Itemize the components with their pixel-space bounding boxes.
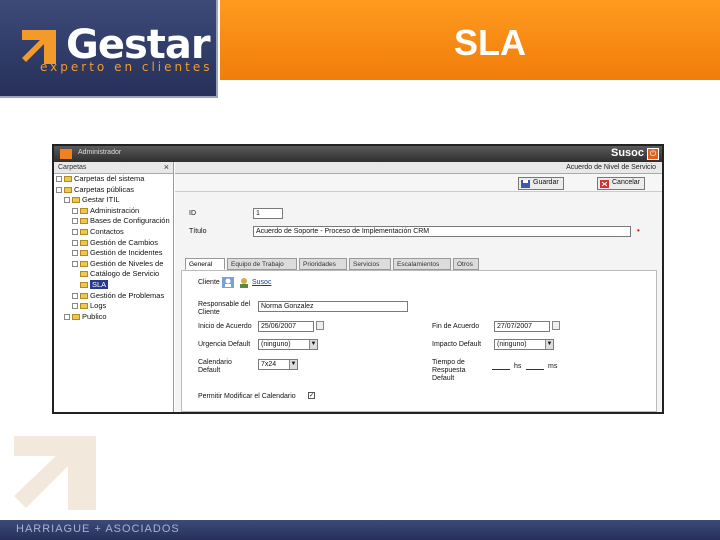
title-field[interactable]: Acuerdo de Soporte - Proceso de Implemen… xyxy=(253,226,631,237)
folder-icon xyxy=(80,218,88,225)
tree-item[interactable]: Carpetas públicas xyxy=(54,185,173,196)
cancel-icon xyxy=(600,180,609,188)
tab-servicios[interactable]: Servicios xyxy=(349,258,391,270)
app-logo-icon xyxy=(60,149,72,159)
folder-tree: Carpetas del sistema Carpetas públicas G… xyxy=(54,174,173,322)
logo-tagline: experto en clientes xyxy=(40,60,213,74)
id-label: ID xyxy=(189,210,196,217)
app-top-bar: Administrador Susoc ⏻ xyxy=(54,146,662,162)
impact-label: Impacto Default xyxy=(432,341,482,348)
start-date-field[interactable]: 25/06/2007 xyxy=(258,321,314,332)
chevron-down-icon: ▼ xyxy=(309,340,317,349)
logo-box: Gestar experto en clientes xyxy=(0,0,218,98)
minutes-unit: ms xyxy=(548,363,558,370)
tree-item[interactable]: Bases de Configuración xyxy=(54,216,173,227)
folder-icon xyxy=(64,186,72,193)
tree-item[interactable]: Gestión de Cambios xyxy=(54,238,173,249)
chevron-down-icon: ▼ xyxy=(289,360,297,369)
client-picker-icon[interactable] xyxy=(222,277,234,288)
folder-panel: Carpetas × Carpetas del sistema Carpetas… xyxy=(54,162,174,412)
calendar-icon[interactable] xyxy=(316,321,324,330)
folder-icon xyxy=(80,292,88,299)
contact-label: Responsable del Cliente xyxy=(198,301,251,316)
tree-item[interactable]: Gestar ITIL xyxy=(54,195,173,206)
folder-icon xyxy=(72,197,80,204)
folder-icon xyxy=(80,250,88,257)
tree-item-selected[interactable]: SLA xyxy=(54,279,173,291)
folder-icon xyxy=(80,207,88,214)
tab-prioridades[interactable]: Prioridades xyxy=(299,258,347,270)
watermark-arrow-icon xyxy=(14,436,96,510)
app-window: Administrador Susoc ⏻ Carpetas × Carpeta… xyxy=(52,144,664,414)
end-date-field[interactable]: 27/07/2007 xyxy=(494,321,550,332)
id-field[interactable]: 1 xyxy=(253,208,283,219)
tree-item[interactable]: Contactos xyxy=(54,227,173,238)
folder-icon xyxy=(80,271,88,278)
chevron-down-icon: ▼ xyxy=(545,340,553,349)
folder-icon xyxy=(80,228,88,235)
close-icon[interactable]: ⏻ xyxy=(647,148,659,160)
logo-arrow-icon xyxy=(22,30,56,64)
folder-panel-header: Carpetas × xyxy=(54,162,173,174)
client-link[interactable]: Susoc xyxy=(252,279,271,287)
tree-item[interactable]: Administración xyxy=(54,206,173,217)
response-time-label: Tiempo de Respuesta Default xyxy=(432,359,466,382)
cancel-button[interactable]: Cancelar xyxy=(597,177,646,190)
calendar-select[interactable]: 7x24 ▼ xyxy=(258,359,298,370)
tree-item[interactable]: Carpetas del sistema xyxy=(54,174,173,185)
folder-icon xyxy=(72,313,80,320)
document-toolbar: Guardar Cancelar xyxy=(175,174,662,192)
folder-icon xyxy=(64,176,72,183)
brand-label: Susoc xyxy=(610,147,644,159)
title-label: Título xyxy=(189,228,207,235)
client-label: Cliente xyxy=(198,279,220,286)
folder-icon xyxy=(80,303,88,310)
contact-field[interactable]: Norma Gonzalez xyxy=(258,301,408,312)
folder-icon xyxy=(80,239,88,246)
tab-general[interactable]: General xyxy=(185,258,225,270)
urgency-select[interactable]: (ninguno) ▼ xyxy=(258,339,318,350)
contact-icon[interactable] xyxy=(238,277,250,288)
tab-escalamientos[interactable]: Escalamientos xyxy=(393,258,451,270)
footer-bar: HARRIAGUE + ASOCIADOS xyxy=(0,520,720,540)
document-header: Acuerdo de Nivel de Servicio xyxy=(175,162,662,174)
end-date-label: Fin de Acuerdo xyxy=(432,323,480,330)
save-button[interactable]: Guardar xyxy=(518,177,564,190)
tree-item[interactable]: Gestión de Incidentes xyxy=(54,248,173,259)
calendar-icon[interactable] xyxy=(552,321,560,330)
tab-otros[interactable]: Otros xyxy=(453,258,479,270)
folder-icon xyxy=(80,281,88,288)
tree-item[interactable]: Catálogo de Servicio xyxy=(54,269,173,280)
minutes-field[interactable] xyxy=(526,369,544,370)
start-date-label: Inicio de Acuerdo xyxy=(198,323,252,330)
hours-unit: hs xyxy=(514,363,522,370)
tree-item[interactable]: Publico xyxy=(54,312,173,323)
save-icon xyxy=(521,180,530,188)
close-panel-icon[interactable]: × xyxy=(164,162,169,172)
tab-equipo[interactable]: Equipo de Trabajo xyxy=(227,258,297,270)
tree-item[interactable]: Logs xyxy=(54,301,173,312)
user-name: Administrador xyxy=(78,149,122,156)
tree-item[interactable]: Gestión de Problemas xyxy=(54,291,173,302)
required-marker: • xyxy=(637,226,640,235)
title-bar: SLA xyxy=(220,0,720,80)
urgency-label: Urgencia Default xyxy=(198,341,251,348)
allow-calendar-checkbox[interactable]: ✓ xyxy=(308,392,315,399)
impact-select[interactable]: (ninguno) ▼ xyxy=(494,339,554,350)
hours-field[interactable] xyxy=(492,369,510,370)
calendar-label: Calendario Default xyxy=(198,359,232,374)
general-tab-body: Cliente Susoc Responsable del Cliente No… xyxy=(181,270,657,412)
allow-calendar-label: Permitir Modificar el Calendario xyxy=(198,393,296,400)
folder-icon xyxy=(80,260,88,267)
slide-title: SLA xyxy=(454,22,526,63)
tree-item[interactable]: Gestión de Niveles de xyxy=(54,259,173,270)
document-panel: Acuerdo de Nivel de Servicio Guardar Can… xyxy=(175,162,662,412)
folder-panel-title: Carpetas xyxy=(58,164,87,171)
footer-text: HARRIAGUE + ASOCIADOS xyxy=(16,523,180,535)
